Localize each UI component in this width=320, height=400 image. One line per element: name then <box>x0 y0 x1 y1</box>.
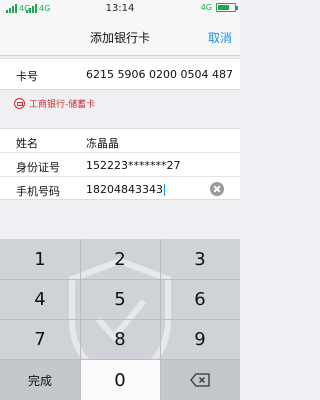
personal-info-group: 姓名 冻晶晶 身份证号 152223*******27 手机号码 1820484… <box>0 128 240 200</box>
bank-hint-text: 工商银行-储蓄卡 <box>29 100 96 110</box>
nav-bar: 添加银行卡 取消 <box>0 18 240 56</box>
keyboard-divider <box>0 319 240 320</box>
page-title: 添加银行卡 <box>89 31 150 45</box>
backspace-button[interactable] <box>160 360 240 400</box>
key-8[interactable]: 8 <box>80 319 160 359</box>
card-number-field[interactable]: 6215 5906 0200 0504 487 <box>86 68 233 81</box>
card-number-label: 卡号 <box>16 70 38 83</box>
done-button[interactable]: 完成 <box>0 360 80 400</box>
key-0[interactable]: 0 <box>80 360 160 400</box>
backspace-icon <box>190 373 210 387</box>
status-bar: 4G 4G 13:14 4G <box>0 0 240 18</box>
key-1[interactable]: 1 <box>0 239 80 279</box>
name-row[interactable]: 姓名 冻晶晶 <box>0 129 240 153</box>
id-label: 身份证号 <box>16 161 60 174</box>
key-5[interactable]: 5 <box>80 279 160 319</box>
network-type: 4G <box>200 3 212 12</box>
key-4[interactable]: 4 <box>0 279 80 319</box>
keyboard-divider <box>0 279 240 280</box>
id-row[interactable]: 身份证号 152223*******27 <box>0 153 240 177</box>
phone-row[interactable]: 手机号码 18204843343 <box>0 177 240 201</box>
keyboard-divider <box>0 359 240 360</box>
key-6[interactable]: 6 <box>160 279 240 319</box>
bank-logo-icon <box>14 98 25 109</box>
text-cursor <box>163 184 165 196</box>
clear-icon[interactable] <box>210 182 224 196</box>
key-2[interactable]: 2 <box>80 239 160 279</box>
keyboard-divider <box>80 239 81 400</box>
card-number-row[interactable]: 卡号 6215 5906 0200 0504 487 <box>0 58 240 90</box>
id-field[interactable]: 152223*******27 <box>86 159 181 172</box>
key-3[interactable]: 3 <box>160 239 240 279</box>
bank-hint: 工商银行-储蓄卡 <box>14 97 95 110</box>
phone-field[interactable]: 18204843343 <box>86 183 165 196</box>
phone-label: 手机号码 <box>16 185 60 198</box>
numeric-keyboard: 1 2 3 4 5 6 7 8 9 完成 0 <box>0 239 240 400</box>
name-label: 姓名 <box>16 137 38 150</box>
keyboard-divider <box>160 239 161 400</box>
phone-value: 18204843343 <box>86 183 163 196</box>
key-9[interactable]: 9 <box>160 319 240 359</box>
key-7[interactable]: 7 <box>0 319 80 359</box>
cancel-button[interactable]: 取消 <box>208 29 232 46</box>
name-field[interactable]: 冻晶晶 <box>86 135 119 151</box>
battery-icon <box>216 3 238 12</box>
